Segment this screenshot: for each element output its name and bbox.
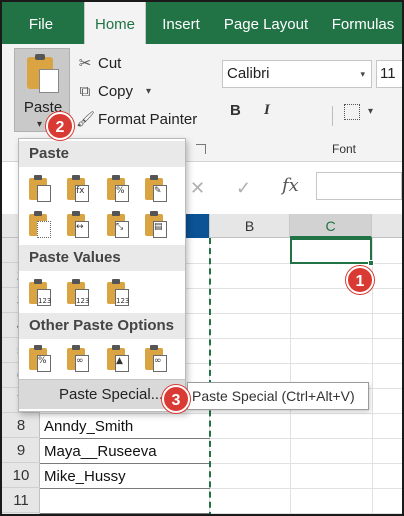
step-badge: 3 — [162, 385, 190, 413]
font-name-value: Calibri — [227, 65, 270, 82]
keep-column-widths-icon[interactable]: ↔ — [67, 211, 91, 239]
scissors-icon: ✂ — [78, 55, 92, 72]
paste-icon[interactable] — [29, 175, 53, 203]
keep-source-formatting-icon[interactable]: ✎ — [145, 175, 169, 203]
transpose-icon[interactable]: ⤡ — [107, 211, 131, 239]
cell-a10[interactable]: Mike_Hussy — [44, 464, 126, 489]
cell-a8[interactable]: Anndy_Smith — [44, 414, 133, 439]
paintbrush-icon: 🖌 — [76, 111, 96, 128]
paste-special-menu-item[interactable]: Paste Special... — [19, 379, 185, 409]
step-badge: 2 — [46, 112, 74, 140]
formula-input[interactable] — [316, 172, 402, 200]
bold-button[interactable]: B — [230, 102, 241, 119]
tab-formulas[interactable]: Formulas — [324, 2, 402, 44]
values-number-format-icon[interactable]: 123 — [67, 279, 91, 307]
tab-insert[interactable]: Insert — [152, 2, 210, 44]
row-header[interactable]: 8 — [2, 413, 40, 438]
row-header[interactable]: 11 — [2, 488, 40, 513]
paste-special-tooltip: Paste Special (Ctrl+Alt+V) — [187, 382, 369, 410]
chevron-down-icon: ▾ — [360, 69, 365, 79]
font-size-value: 11 — [380, 65, 396, 82]
values-icon[interactable]: 123 — [29, 279, 53, 307]
tab-page-layout[interactable]: Page Layout — [216, 2, 316, 44]
paste-special-label: Paste Special... — [59, 386, 164, 403]
paste-menu: Paste fx % ✎ ↔ ⤡ ▤ Paste Values 123 123 … — [18, 138, 186, 412]
picture-icon[interactable]: ▲ — [107, 345, 131, 373]
dialog-launcher-icon[interactable] — [196, 144, 206, 154]
copy-marquee — [209, 238, 211, 514]
cut-label: Cut — [98, 55, 122, 72]
font-name-select[interactable]: Calibri ▾ — [222, 60, 372, 88]
step-badge: 1 — [346, 266, 374, 294]
chevron-down-icon[interactable]: ▾ — [37, 119, 42, 130]
cell-border — [40, 513, 210, 514]
italic-button[interactable]: I — [264, 102, 270, 119]
column-header-b[interactable]: B — [210, 214, 290, 238]
row-header[interactable]: 10 — [2, 463, 40, 488]
column-header-c[interactable]: C — [290, 214, 372, 238]
formatting-icon[interactable]: % — [29, 345, 53, 373]
paste-formulas-icon[interactable]: fx — [67, 175, 91, 203]
copy-dropdown-icon[interactable]: ▾ — [146, 86, 151, 97]
chevron-down-icon[interactable]: ▾ — [368, 106, 373, 117]
paste-link-icon[interactable]: ▤ — [145, 211, 169, 239]
tab-file[interactable]: File — [16, 2, 66, 44]
grid-line — [290, 238, 291, 514]
fx-icon[interactable]: fx — [282, 175, 299, 196]
section-paste-values: Paste Values — [19, 245, 185, 271]
ribbon-tab-bar: File Home Insert Page Layout Formulas — [2, 2, 402, 46]
cut-button[interactable]: ✂ Cut — [76, 52, 122, 76]
excel-window: File Home Insert Page Layout Formulas Pa… — [0, 0, 404, 516]
paste-formulas-number-format-icon[interactable]: % — [107, 175, 131, 203]
paste-paper-icon — [39, 69, 59, 93]
section-paste: Paste — [19, 141, 185, 167]
format-painter-label: Format Painter — [98, 111, 198, 128]
linked-picture-icon[interactable]: ∞ — [145, 345, 169, 373]
paste-link-icon[interactable]: ∞ — [67, 345, 91, 373]
copy-button[interactable]: ⧉ Copy — [76, 80, 133, 104]
borders-icon[interactable] — [344, 104, 360, 120]
row-header[interactable]: 9 — [2, 438, 40, 463]
fill-handle[interactable] — [368, 260, 374, 266]
values-source-formatting-icon[interactable]: 123 — [107, 279, 131, 307]
cell-a9[interactable]: Maya__Ruseeva — [44, 439, 157, 464]
font-size-select[interactable]: 11 — [376, 60, 402, 88]
check-icon[interactable]: ✓ — [236, 178, 251, 199]
tab-home[interactable]: Home — [84, 2, 146, 46]
cancel-icon[interactable]: ✕ — [190, 178, 205, 199]
copy-label: Copy — [98, 83, 134, 100]
font-group-label: Font — [332, 142, 357, 156]
active-cell-c1[interactable] — [290, 238, 372, 264]
no-borders-icon[interactable] — [29, 211, 53, 239]
format-painter-button[interactable]: 🖌 Format Painter — [76, 108, 197, 132]
separator — [332, 106, 333, 126]
section-other-paste-options: Other Paste Options — [19, 313, 185, 339]
copy-icon: ⧉ — [79, 83, 91, 100]
